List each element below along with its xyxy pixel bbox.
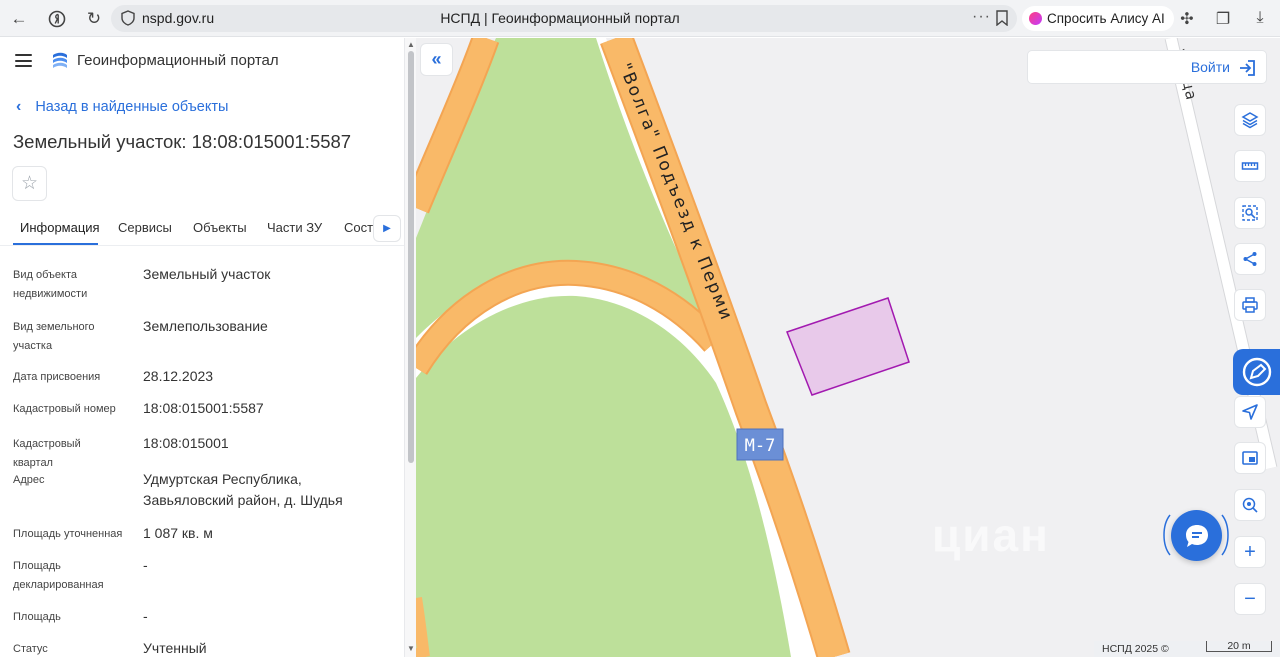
locate-button[interactable] bbox=[1234, 396, 1266, 428]
field-label: Площадь уточненная bbox=[13, 528, 123, 540]
login-label: Войти bbox=[1190, 59, 1230, 75]
panel-scrollbar[interactable]: ▲ ▼ bbox=[404, 38, 416, 657]
download-icon[interactable]: ⤓ bbox=[1250, 9, 1270, 29]
ruler-icon bbox=[1241, 162, 1259, 170]
field-label: Площадь bbox=[13, 611, 61, 623]
triangle-right-icon: ▶ bbox=[383, 223, 391, 234]
scale-bar: 20 m bbox=[1206, 641, 1272, 652]
field-value: 28.12.2023 bbox=[143, 368, 214, 384]
field-value: 1 087 кв. м bbox=[143, 525, 213, 541]
field-label: Адрес bbox=[13, 474, 45, 486]
land-parcel[interactable] bbox=[786, 297, 910, 396]
tab-information[interactable]: Информация bbox=[20, 220, 100, 235]
login-button[interactable]: Войти bbox=[1027, 50, 1267, 84]
copyright-text: НСПД 2025 © bbox=[1102, 643, 1169, 655]
field-label: Кадастровый квартал bbox=[13, 438, 81, 469]
field-value: 18:08:015001:5587 bbox=[143, 400, 264, 416]
field-value: - bbox=[143, 557, 148, 573]
portal-logo-icon bbox=[53, 52, 67, 68]
tab-title: НСПД | Геоинформационный портал bbox=[440, 10, 680, 26]
field-label: Статус bbox=[13, 643, 48, 655]
chevron-left-icon: ‹ bbox=[16, 98, 22, 115]
chat-button[interactable] bbox=[1171, 510, 1222, 561]
tab-services[interactable]: Сервисы bbox=[118, 220, 172, 235]
area-search-button[interactable] bbox=[1234, 197, 1266, 229]
minus-icon: − bbox=[1244, 587, 1256, 610]
chat-edit-icon bbox=[1242, 357, 1271, 387]
minimap-icon bbox=[1242, 451, 1258, 465]
print-button[interactable] bbox=[1234, 289, 1266, 321]
scroll-down-icon[interactable]: ▼ bbox=[407, 644, 415, 653]
field-value: Земельный участок bbox=[143, 266, 271, 282]
share-icon bbox=[1243, 252, 1257, 266]
watermark: циан bbox=[932, 509, 1050, 561]
collapse-panel-button[interactable]: « bbox=[420, 43, 453, 76]
plus-icon: + bbox=[1244, 540, 1256, 563]
field-label: Вид земельного участка bbox=[13, 321, 95, 352]
area-search-icon bbox=[1242, 205, 1258, 221]
scrollbar-thumb[interactable] bbox=[408, 51, 414, 463]
field-label: Вид объекта недвижимости bbox=[13, 269, 88, 300]
back-link-label: Назад в найденные объекты bbox=[35, 99, 229, 115]
portal-name: Геоинформационный портал bbox=[77, 52, 279, 69]
double-chevron-left-icon: « bbox=[431, 49, 442, 69]
field-label: Кадастровый номер bbox=[13, 403, 116, 415]
zoom-out-button[interactable]: − bbox=[1234, 583, 1266, 615]
field-value: - bbox=[143, 608, 148, 624]
route-shield-label: М-7 bbox=[745, 436, 776, 456]
minimap-button[interactable] bbox=[1234, 442, 1266, 474]
alice-button[interactable]: Спросить Алису AI bbox=[1022, 6, 1174, 31]
map-canvas[interactable]: "Волга" Подъезд к Перми улица М-7 bbox=[416, 38, 1280, 657]
active-tab-indicator bbox=[13, 243, 98, 245]
navigation-arrow-icon bbox=[1242, 404, 1258, 420]
collections-icon[interactable]: ❐ bbox=[1213, 9, 1233, 29]
tabs-next-button[interactable]: ▶ bbox=[373, 215, 401, 242]
back-to-results-link[interactable]: ‹ Назад в найденные объекты bbox=[16, 98, 228, 116]
target-search-icon bbox=[1242, 497, 1258, 513]
layers-button[interactable] bbox=[1234, 104, 1266, 136]
road bbox=[416, 597, 430, 657]
ruler-button[interactable] bbox=[1234, 150, 1266, 182]
zoom-in-button[interactable]: + bbox=[1234, 536, 1266, 568]
tab-objects[interactable]: Объекты bbox=[193, 220, 247, 235]
layers-icon bbox=[1241, 112, 1259, 129]
print-icon bbox=[1242, 297, 1258, 313]
field-value: Учтенный bbox=[143, 640, 207, 656]
field-value: Землепользование bbox=[143, 318, 268, 334]
tab-bar: Информация Сервисы Объекты Части ЗУ Сост… bbox=[0, 212, 404, 246]
alice-label: Спросить Алису AI bbox=[1047, 11, 1165, 26]
extensions-icon[interactable]: ✣ bbox=[1177, 9, 1197, 29]
field-label: Дата присвоения bbox=[13, 371, 101, 383]
info-panel: Геоинформационный портал ‹ Назад в найде… bbox=[0, 38, 404, 657]
alice-icon bbox=[1029, 12, 1042, 25]
object-title: Земельный участок: 18:08:015001:5587 bbox=[13, 131, 352, 152]
browser-toolbar: ← ↻ nspd.gov.ru НСПД | Геоинформационный… bbox=[0, 0, 1280, 37]
field-value: Удмуртская Республика, Завьяловский райо… bbox=[143, 471, 343, 508]
scroll-up-icon[interactable]: ▲ bbox=[407, 40, 415, 49]
more-icon[interactable]: ··· bbox=[972, 8, 991, 26]
favorite-button[interactable]: ☆ bbox=[12, 166, 47, 201]
feedback-tab[interactable] bbox=[1233, 349, 1280, 395]
tab-parts[interactable]: Части ЗУ bbox=[267, 220, 322, 235]
map-layer: "Волга" Подъезд к Перми улица М-7 bbox=[416, 38, 1278, 657]
share-button[interactable] bbox=[1234, 243, 1266, 275]
login-icon bbox=[1240, 60, 1255, 76]
menu-icon[interactable] bbox=[15, 54, 32, 67]
map-footer: НСПД 2025 © 20 m bbox=[1094, 641, 1280, 657]
tab-composition[interactable]: Состав bbox=[344, 220, 374, 235]
star-icon: ☆ bbox=[20, 173, 39, 194]
geolocation-button[interactable] bbox=[1234, 489, 1266, 521]
field-value: 18:08:015001 bbox=[143, 435, 229, 451]
chat-bubble-icon bbox=[1185, 524, 1208, 547]
field-label: Площадь декларированная bbox=[13, 560, 104, 591]
bookmark-icon[interactable] bbox=[995, 10, 1009, 26]
